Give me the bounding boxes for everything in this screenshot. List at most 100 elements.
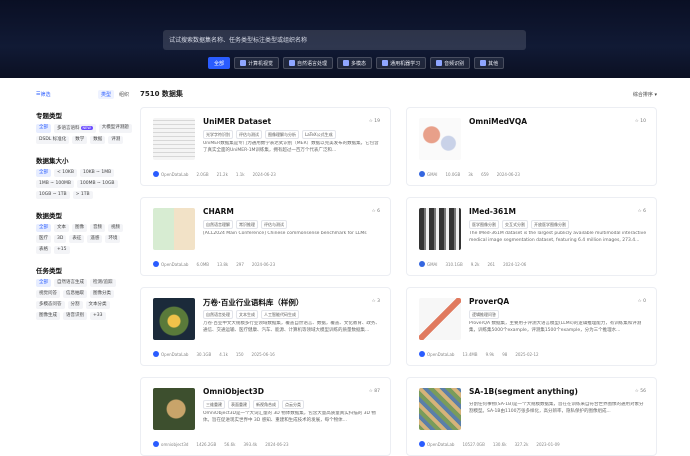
publisher-name: OpenDataLab bbox=[161, 171, 189, 177]
tag[interactable]: 多语言语料 NEW bbox=[54, 124, 96, 133]
tag[interactable]: 图像 bbox=[72, 224, 87, 232]
dataset-thumbnail bbox=[419, 388, 461, 430]
tag[interactable]: > 1TB bbox=[72, 191, 93, 199]
dataset-title: SA-1B(segment anything) bbox=[469, 387, 578, 396]
tag[interactable]: DSDL 标准化 bbox=[36, 136, 70, 144]
category-other[interactable]: 其他 bbox=[474, 57, 505, 69]
publisher[interactable]: OpenDataLab bbox=[419, 441, 454, 447]
tag[interactable]: 大模型评测题 bbox=[98, 124, 132, 133]
dataset-card[interactable]: CHARM ☆ 6 自然语言理解 常识推理 评估与测试 [ACL2024 Mai… bbox=[140, 197, 391, 276]
multimodal-icon bbox=[343, 60, 350, 66]
dataset-card[interactable]: 万卷·百业行业语料库（样例） ☆ 3 自然语言处理 文本生成 人工智能代码生成 … bbox=[140, 287, 391, 366]
star-count[interactable]: ☆ 0 bbox=[638, 299, 646, 304]
tag[interactable]: 信息抽取 bbox=[63, 290, 87, 298]
dataset-card[interactable]: ProverQA ☆ 0 逻辑推理问答 ProverQA 数据集，主要用于评测大… bbox=[406, 287, 657, 366]
category-bar: 全部 计算机视觉 自然语言处理 多模态 通用机器学习 音频识别 其他 bbox=[208, 57, 505, 69]
tag[interactable]: 3D bbox=[54, 235, 67, 243]
hero-banner: 试试搜索数据集名称、任务类型标注类型或组织名称 全部 计算机视觉 自然语言处理 … bbox=[0, 0, 690, 78]
tag[interactable]: 表格 bbox=[36, 246, 51, 254]
tag[interactable]: 表征 bbox=[69, 235, 85, 243]
publisher[interactable]: GMAI bbox=[419, 261, 437, 267]
tag[interactable]: 音频 bbox=[90, 224, 105, 232]
tag[interactable]: 1MB ~ 100MB bbox=[36, 180, 75, 188]
tag[interactable]: 全部 bbox=[36, 169, 51, 177]
publisher[interactable]: OpenDataLab bbox=[153, 351, 188, 357]
tag[interactable]: < 10KB bbox=[54, 169, 77, 177]
tag[interactable]: 多模态问答 bbox=[36, 301, 65, 309]
category-cv[interactable]: 计算机视觉 bbox=[234, 57, 280, 69]
dataset-meta: GMAI 10.0GB 3k 659 2024-06-23 bbox=[419, 171, 520, 177]
card-tag: LaTeX公式生成 bbox=[302, 130, 336, 139]
category-ml[interactable]: 通用机器学习 bbox=[376, 57, 427, 69]
tag[interactable]: 图像生成 bbox=[36, 312, 60, 320]
star-count[interactable]: ☆ 10 bbox=[635, 119, 646, 124]
tag[interactable]: 视频 bbox=[108, 224, 123, 232]
tag[interactable]: 自然语言生成 bbox=[54, 279, 87, 287]
publisher-name: OpenDataLab bbox=[427, 441, 455, 447]
views: 21.2k bbox=[216, 171, 228, 177]
card-tag: 评估与测试 bbox=[261, 220, 287, 229]
dataset-title: OmniMedVQA bbox=[469, 117, 528, 126]
sort-dropdown[interactable]: 综合排序 ▾ bbox=[633, 91, 657, 98]
dataset-thumbnail bbox=[153, 388, 195, 430]
publisher[interactable]: OpenDataLab bbox=[153, 171, 188, 177]
downloads: 393.4k bbox=[243, 441, 258, 447]
star-count[interactable]: ☆ 6 bbox=[638, 209, 646, 214]
category-all[interactable]: 全部 bbox=[208, 57, 231, 69]
publisher[interactable]: OpenDataLab bbox=[153, 261, 188, 267]
star-count[interactable]: ☆ 87 bbox=[369, 389, 380, 394]
tag[interactable]: 全部 bbox=[36, 279, 51, 287]
star-count[interactable]: ☆ 3 bbox=[372, 299, 380, 304]
dataset-card[interactable]: OmniObject3D ☆ 87 三维重建 表面重建 新视角合成 点云分类 O… bbox=[140, 377, 391, 456]
tag[interactable]: 全部 bbox=[36, 224, 51, 232]
star-value: 0 bbox=[643, 299, 646, 304]
toggle-org[interactable]: 组织 bbox=[116, 90, 132, 99]
category-nlp[interactable]: 自然语言处理 bbox=[283, 57, 334, 69]
tag[interactable]: 100MB ~ 10GB bbox=[77, 180, 118, 188]
card-tag: 表面重建 bbox=[228, 400, 250, 409]
category-multimodal[interactable]: 多模态 bbox=[337, 57, 373, 69]
star-value: 10 bbox=[640, 119, 646, 124]
publisher-logo bbox=[153, 351, 159, 357]
tag[interactable]: 10KB ~ 1MB bbox=[79, 169, 115, 177]
tag[interactable]: 全部 bbox=[36, 124, 51, 133]
tag[interactable]: 医疗 bbox=[36, 235, 51, 243]
publisher[interactable]: GMAI bbox=[419, 171, 437, 177]
star-count[interactable]: ☆ 19 bbox=[369, 119, 380, 124]
category-audio[interactable]: 音频识别 bbox=[430, 57, 471, 69]
star-count[interactable]: ☆ 56 bbox=[635, 389, 646, 394]
publisher[interactable]: OpenDataLab bbox=[419, 351, 454, 357]
category-label: 多模态 bbox=[351, 60, 367, 67]
tag[interactable]: 文本 bbox=[54, 224, 69, 232]
section-topic: 专题类型 全部 多语言语料 NEW 大模型评测题 DSDL 标准化 数学 数据 评… bbox=[36, 110, 132, 144]
tag[interactable]: 视觉问答 bbox=[36, 290, 60, 298]
tag[interactable]: 10GB ~ 1TB bbox=[36, 191, 70, 199]
category-label: 自然语言处理 bbox=[297, 60, 328, 67]
dataset-card[interactable]: UniMER Dataset ☆ 19 光学字符识别 评估与测试 图像理解与分析… bbox=[140, 107, 391, 186]
tag[interactable]: 评测 bbox=[108, 136, 124, 144]
tag[interactable]: 语音识别 bbox=[63, 312, 87, 320]
publisher[interactable]: omniobject3d bbox=[153, 441, 188, 447]
tag[interactable]: 分割 bbox=[67, 301, 83, 309]
downloads: 659 bbox=[481, 171, 489, 177]
tag[interactable]: 数据 bbox=[90, 136, 106, 144]
tag[interactable]: 文本分类 bbox=[85, 301, 110, 309]
tag[interactable]: 检测/追踪 bbox=[90, 279, 116, 287]
tag[interactable]: 环境 bbox=[105, 235, 121, 243]
tag-more[interactable]: +33 bbox=[90, 312, 106, 320]
dataset-card[interactable]: IMed-361M ☆ 6 医学图像分割 交互式分割 开放医学图像分割 The … bbox=[406, 197, 657, 276]
tag-more[interactable]: +15 bbox=[54, 246, 70, 254]
date: 2025-06-16 bbox=[251, 351, 275, 357]
card-tag: 医学图像分割 bbox=[469, 220, 499, 229]
dataset-meta: omniobject3d 1426.2GB 56.6k 393.4k 2024-… bbox=[153, 441, 289, 447]
star-count[interactable]: ☆ 6 bbox=[372, 209, 380, 214]
tag[interactable]: 图像分类 bbox=[90, 290, 114, 298]
dataset-card[interactable]: SA-1B(segment anything) ☆ 56 分割任何事物(SA-1… bbox=[406, 377, 657, 456]
toggle-type[interactable]: 类型 bbox=[97, 89, 114, 99]
dataset-card[interactable]: OmniMedVQA ☆ 10 GMAI 10.0GB 3k 659 2024-… bbox=[406, 107, 657, 186]
tag[interactable]: 数学 bbox=[72, 136, 88, 144]
views: 13.8k bbox=[217, 261, 229, 267]
tag[interactable]: 遥感 bbox=[87, 235, 103, 243]
search-input[interactable]: 试试搜索数据集名称、任务类型标注类型或组织名称 bbox=[163, 30, 526, 50]
text-icon bbox=[289, 60, 296, 66]
